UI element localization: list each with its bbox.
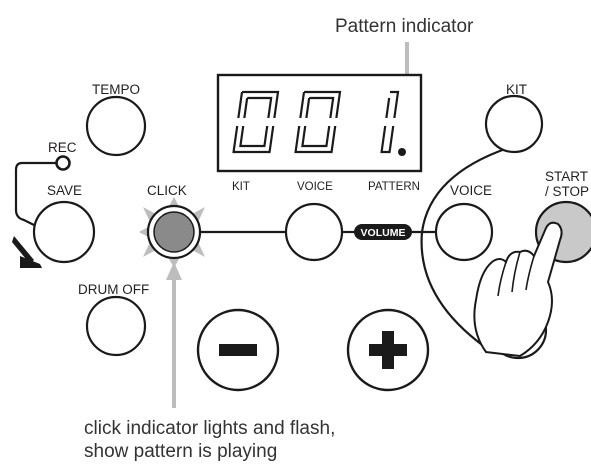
minus-icon [219,344,257,356]
voice-label: VOICE [450,183,492,198]
click-label: CLICK [147,183,187,198]
display-label-voice: VOICE [297,181,333,193]
start-stop-label-line1: START [545,169,588,184]
kit-button[interactable] [484,94,544,154]
voice-button[interactable] [434,202,494,262]
kit-label: KIT [506,82,527,97]
click-callout-line2: show pattern is playing [84,441,277,462]
display-label-pattern: PATTERN [368,181,420,193]
pattern-indicator-callout: Pattern indicator [335,16,474,37]
led-display [216,73,423,173]
volume-knob-button[interactable] [284,202,344,262]
click-indicator-light [153,211,195,253]
display-label-kit: KIT [232,181,250,193]
tempo-label: TEMPO [92,82,140,97]
drum-off-button[interactable] [85,295,147,357]
panel-svg: Pattern indicator KIT VOICE PATTERN TEMP… [12,16,591,462]
save-label: SAVE [47,183,82,198]
tempo-button[interactable] [85,95,147,157]
volume-label: VOLUME [361,227,406,239]
rec-indicator [55,155,71,171]
click-callout-arrow-head [166,262,182,280]
drum-panel-diagram: Pattern indicator KIT VOICE PATTERN TEMP… [0,0,591,464]
start-stop-label-line2: / STOP [545,184,589,199]
save-button[interactable] [32,200,96,264]
click-callout-line1: click indicator lights and flash, [84,418,335,439]
drum-off-label: DRUM OFF [78,282,149,297]
pattern-indicator-dot [398,148,406,156]
rec-label: REC [48,140,77,155]
